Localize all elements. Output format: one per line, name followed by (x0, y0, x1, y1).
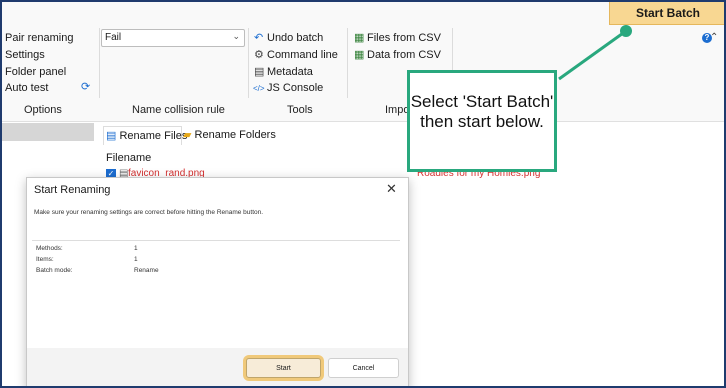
summary-value: 1 (134, 256, 138, 263)
tab-label: Rename Files (119, 130, 188, 142)
tab-label: Rename Folders (194, 129, 276, 141)
summary-key: Items: (36, 256, 54, 263)
tools-group-label: Tools (287, 104, 313, 116)
js-console-button[interactable]: JS Console (267, 82, 323, 95)
undo-batch-button[interactable]: Undo batch (267, 32, 323, 45)
metadata-button[interactable]: Metadata (267, 66, 313, 79)
collision-group-label: Name collision rule (132, 104, 225, 116)
start-batch-button[interactable]: Start Batch (609, 2, 724, 25)
code-icon: </> (253, 84, 265, 93)
folder-panel-strip (2, 123, 94, 141)
options-group-label: Options (24, 104, 62, 116)
undo-icon: ↶ (254, 32, 264, 44)
chevron-down-icon: ⌄ (232, 31, 240, 41)
folder-icon: ▰ (183, 129, 192, 141)
dialog-footer: Start Cancel (27, 348, 408, 386)
summary-key: Methods: (36, 245, 63, 252)
summary-value: 1 (134, 245, 138, 252)
tab-rename-files[interactable]: ▤ Rename Files (103, 126, 187, 145)
summary-key: Batch mode: (36, 267, 73, 274)
refresh-icon[interactable]: ⟳ (81, 81, 90, 94)
callout-text: Select 'Start Batch' then start below. (410, 92, 554, 131)
group-divider (248, 28, 249, 98)
gear-icon: ⚙ (254, 49, 264, 61)
chevron-up-icon[interactable]: ⌃ (710, 32, 718, 43)
start-renaming-dialog: Start Renaming ✕ Make sure your renaming… (26, 177, 409, 386)
tab-rename-folders[interactable]: ▰ Rename Folders (183, 126, 276, 144)
files-from-csv-button[interactable]: Files from CSV (367, 32, 441, 45)
pair-renaming-toggle[interactable]: Pair renaming (5, 32, 73, 45)
start-button[interactable]: Start (246, 358, 321, 378)
summary-value: Rename (134, 267, 159, 274)
group-divider (347, 28, 348, 98)
callout-connector (558, 25, 632, 81)
batch-summary: Methods: 1 Items: 1 Batch mode: Rename (32, 240, 400, 347)
auto-test-toggle[interactable]: Auto test (5, 82, 48, 95)
folder-panel-toggle[interactable]: Folder panel (5, 66, 66, 79)
dialog-title: Start Renaming (34, 184, 111, 196)
command-line-button[interactable]: Command line (267, 49, 338, 62)
file-icon: ▤ (106, 130, 117, 142)
data-from-csv-button[interactable]: Data from CSV (367, 49, 441, 62)
settings-button[interactable]: Settings (5, 49, 45, 62)
app-window: Pair renaming Settings Folder panel Auto… (0, 0, 726, 388)
group-divider (99, 28, 100, 98)
close-icon[interactable]: ✕ (386, 181, 397, 197)
tutorial-callout: Select 'Start Batch' then start below. (407, 70, 557, 172)
collision-rule-select[interactable]: Fail ⌄ (101, 29, 245, 47)
collision-rule-value: Fail (105, 32, 122, 43)
cancel-button[interactable]: Cancel (328, 358, 399, 378)
csv-file-icon: ▦ (354, 32, 365, 44)
csv-data-icon: ▦ (354, 49, 365, 61)
filename-column-header[interactable]: Filename (106, 152, 151, 164)
dialog-message: Make sure your renaming settings are cor… (34, 209, 264, 216)
import-group-label: Impo (385, 104, 410, 116)
document-icon: ▤ (254, 66, 265, 78)
